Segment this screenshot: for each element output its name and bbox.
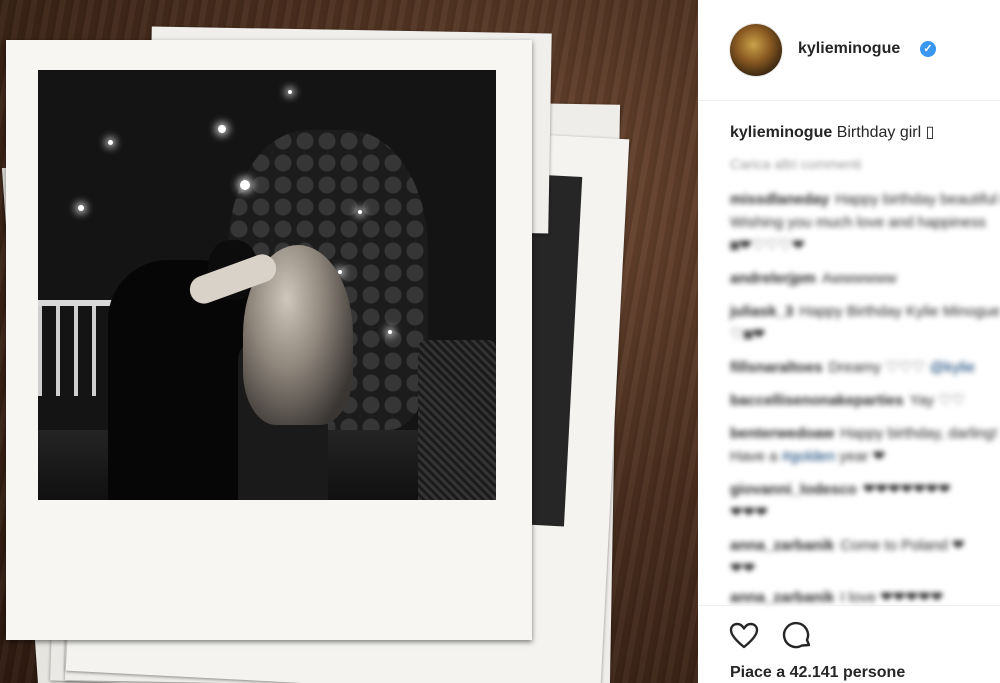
chair <box>418 340 496 500</box>
light-dot <box>388 330 392 334</box>
comment-username[interactable]: giovanni_lodesco <box>730 481 857 498</box>
comment-text: Yay ♡♡ <box>909 392 966 409</box>
comment-item: juliask_3 Happy Birthday Kylie Minogue <box>730 300 1000 323</box>
comment-item: Wishing you much love and happiness <box>730 211 986 234</box>
light-dot <box>240 180 250 190</box>
heart-icon[interactable] <box>728 620 760 652</box>
comment-item: missdlaneday Happy birthday beautiful Kyl… <box>730 188 1000 211</box>
caption: kylieminogue Birthday girl ▯ <box>730 122 934 142</box>
comment-text: ◙❤♡♡♡❤ <box>730 237 805 254</box>
polaroid-picture <box>38 70 496 500</box>
light-dot <box>218 125 226 133</box>
comment-item: fillsnaraltoes Dreamy ♡♡♡ @kylie <box>730 356 975 379</box>
comment-text: ❤❤❤❤❤❤❤ <box>862 481 951 498</box>
load-more-comments-link[interactable]: Carica altri commenti <box>730 156 861 172</box>
comment-text: ❤❤ <box>730 560 756 577</box>
post-sidebar: kylieminogue ✓ kylieminogue Birthday gir… <box>698 0 1000 683</box>
comment-item: ❤❤❤ <box>730 501 768 524</box>
light-dot <box>358 210 362 214</box>
comment-username[interactable]: anna_zarbanik <box>730 537 834 554</box>
comment-icon[interactable] <box>782 620 814 652</box>
comment-hashtag-link[interactable]: #golden <box>782 448 835 465</box>
comment-text: Happy birthday, darling! <box>840 425 998 442</box>
comment-text: Awwwwww <box>821 270 897 287</box>
comment-mention-link[interactable]: @kylie <box>930 359 975 376</box>
comment-item: ♡◙❤ <box>730 323 765 346</box>
caption-text: Birthday girl ▯ <box>836 124 935 141</box>
comment-username[interactable]: missdlaneday <box>730 191 829 208</box>
comment-item: ◙❤♡♡♡❤ <box>730 234 805 257</box>
light-dot <box>108 140 113 145</box>
comment-username[interactable]: juliask_3 <box>730 303 793 320</box>
comment-text: I love ❤❤❤❤❤ <box>840 589 944 606</box>
comment-text: ♡◙❤ <box>730 326 766 343</box>
comment-item: giovanni_lodesco ❤❤❤❤❤❤❤ <box>730 478 951 501</box>
comment-text: Have a <box>730 448 778 465</box>
avatar[interactable] <box>730 24 782 76</box>
caption-username[interactable]: kylieminogue <box>730 124 832 141</box>
polaroid-main <box>6 40 532 640</box>
comment-item: anna_zarbanik Come to Poland ❤ <box>730 534 965 557</box>
likes-count[interactable]: Piace a 42.141 persone <box>730 664 905 682</box>
comment-item: baccellisenonakeparties Yay ♡♡ <box>730 389 965 412</box>
comment-text: Wishing you much love and happiness <box>730 214 986 231</box>
comment-item: andrelerjpm Awwwwww <box>730 267 897 290</box>
comment-item: Have a #golden year ❤ <box>730 445 885 468</box>
comment-text: Dreamy ♡♡♡ <box>828 359 926 376</box>
verified-badge-icon: ✓ <box>920 41 936 57</box>
comment-text: Come to Poland ❤ <box>840 537 965 554</box>
comment-text: Happy birthday beautiful Kylie! <box>835 191 1000 208</box>
comment-username[interactable]: andrelerjpm <box>730 270 816 287</box>
comment-item: benterwedoaw Happy birthday, darling! <box>730 422 998 445</box>
comment-item: ❤❤ <box>730 557 755 580</box>
comment-username[interactable]: benterwedoaw <box>730 425 834 442</box>
post-actions: Piace a 42.141 persone <box>698 605 1000 683</box>
comment-text: year ❤ <box>839 448 886 465</box>
comment-text: Happy Birthday Kylie Minogue <box>799 303 1000 320</box>
light-dot <box>78 205 84 211</box>
instagram-post: kylieminogue ✓ kylieminogue Birthday gir… <box>0 0 1000 683</box>
comments-list: kylieminogue Birthday girl ▯ Carica altr… <box>698 100 1000 606</box>
light-dot <box>288 90 292 94</box>
comment-username[interactable]: baccellisenonakeparties <box>730 392 903 409</box>
post-header: kylieminogue ✓ <box>698 0 1000 101</box>
comment-text: ❤❤❤ <box>730 504 768 521</box>
comment-username[interactable]: fillsnaraltoes <box>730 359 823 376</box>
post-photo <box>0 0 698 683</box>
comment-username[interactable]: anna_zarbanik <box>730 589 834 606</box>
username-link[interactable]: kylieminogue <box>798 40 900 58</box>
